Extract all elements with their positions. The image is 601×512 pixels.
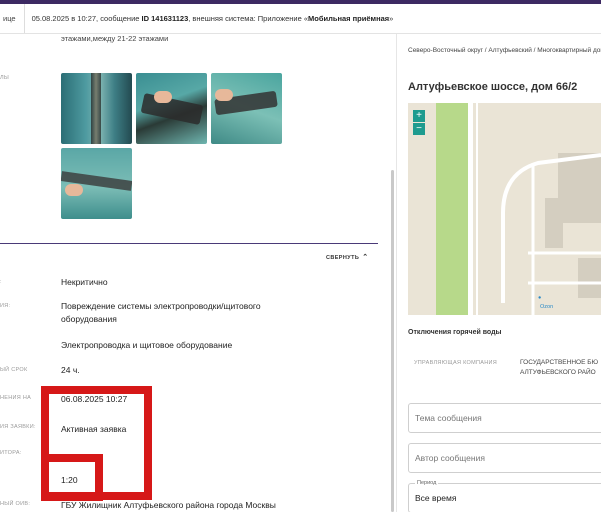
external-system-name: Мобильная приёмная <box>308 14 390 23</box>
breadcrumb-tail[interactable]: ице <box>0 4 25 33</box>
problem-value: Повреждение системы электропроводки/щито… <box>61 301 261 324</box>
object-sidebar: Северо-Восточный округ / Алтуфьевский / … <box>397 34 601 512</box>
due-date-label: нения на <box>0 395 32 401</box>
author-input[interactable]: Автор сообщения <box>408 443 601 473</box>
address-title: Алтуфьевское шоссе, дом 66/2 <box>408 81 578 93</box>
highlight-box-inner <box>41 454 103 501</box>
period-label: Период <box>415 480 439 486</box>
request-status-label: ия заявки: <box>0 424 36 430</box>
monitor-label: итора: <box>0 450 22 456</box>
quote-close: » <box>389 14 394 23</box>
request-details-panel: этажами,между 21-22 этажами лы СВЕРНУТЬ ⌃… <box>0 34 380 512</box>
photos-label: лы <box>0 75 10 81</box>
problem-label: ия: <box>0 303 11 309</box>
chevron-up-icon: ⌃ <box>362 254 369 261</box>
zoom-out-button[interactable]: − <box>413 123 425 135</box>
scrollbar[interactable] <box>391 170 394 512</box>
zoom-in-button[interactable]: + <box>413 110 425 122</box>
criticality-label: : <box>0 279 2 285</box>
management-company-line: ГОСУДАРСТВЕННОЕ БЮ <box>520 359 599 366</box>
period-select[interactable]: Период Все время <box>408 480 601 512</box>
management-company-line: АЛТУФЬЕВСКОГО РАЙО <box>520 369 596 376</box>
map[interactable]: ● Ozon + − <box>408 103 601 315</box>
message-id: ID 141631123 <box>141 14 189 23</box>
criticality-value: Некритично <box>61 277 108 287</box>
message-date-text: 05.08.2025 в 10:27, сообщение <box>31 14 142 23</box>
map-poi-label: Ozon <box>540 304 554 310</box>
photo-thumbnail[interactable] <box>211 73 282 144</box>
photo-thumbnail[interactable] <box>61 73 132 144</box>
management-company-label: УПРАВЛЯЮЩАЯ КОМПАНИЯ <box>414 360 498 366</box>
message-info: 05.08.2025 в 10:27, сообщение ID 1416311… <box>25 14 394 23</box>
deadline-value: 24 ч. <box>61 365 80 375</box>
responsible-label: ный ОИВ: <box>0 501 31 507</box>
hot-water-outage-title: Отключения горячей воды <box>408 329 502 336</box>
photo-thumbnail[interactable] <box>61 148 132 219</box>
section-divider <box>0 243 378 244</box>
location-breadcrumb[interactable]: Северо-Восточный округ / Алтуфьевский / … <box>408 46 601 56</box>
management-company-value: ГОСУДАРСТВЕННОЕ БЮ АЛТУФЬЕВСКОГО РАЙО <box>520 358 598 378</box>
period-value: Все время <box>415 493 457 503</box>
deadline-label: ый срок <box>0 367 28 373</box>
external-system-text: , внешняя система: Приложение « <box>188 14 309 23</box>
collapse-button[interactable]: СВЕРНУТЬ ⌃ <box>326 253 368 261</box>
photo-thumbnail[interactable] <box>136 73 207 144</box>
map-zoom-controls: + − <box>413 110 425 135</box>
category-value: Электропроводка и щитовое оборудование <box>61 340 233 350</box>
collapse-label: СВЕРНУТЬ <box>326 255 360 261</box>
subject-input[interactable]: Тема сообщения <box>408 403 601 433</box>
address-detail: этажами,между 21-22 этажами <box>61 34 168 44</box>
map-roads <box>501 153 601 315</box>
message-header: ице 05.08.2025 в 10:27, сообщение ID 141… <box>0 4 601 34</box>
map-poi[interactable]: ● <box>538 295 541 301</box>
address-detail-line: этажами,между 21-22 этажами <box>61 34 169 43</box>
